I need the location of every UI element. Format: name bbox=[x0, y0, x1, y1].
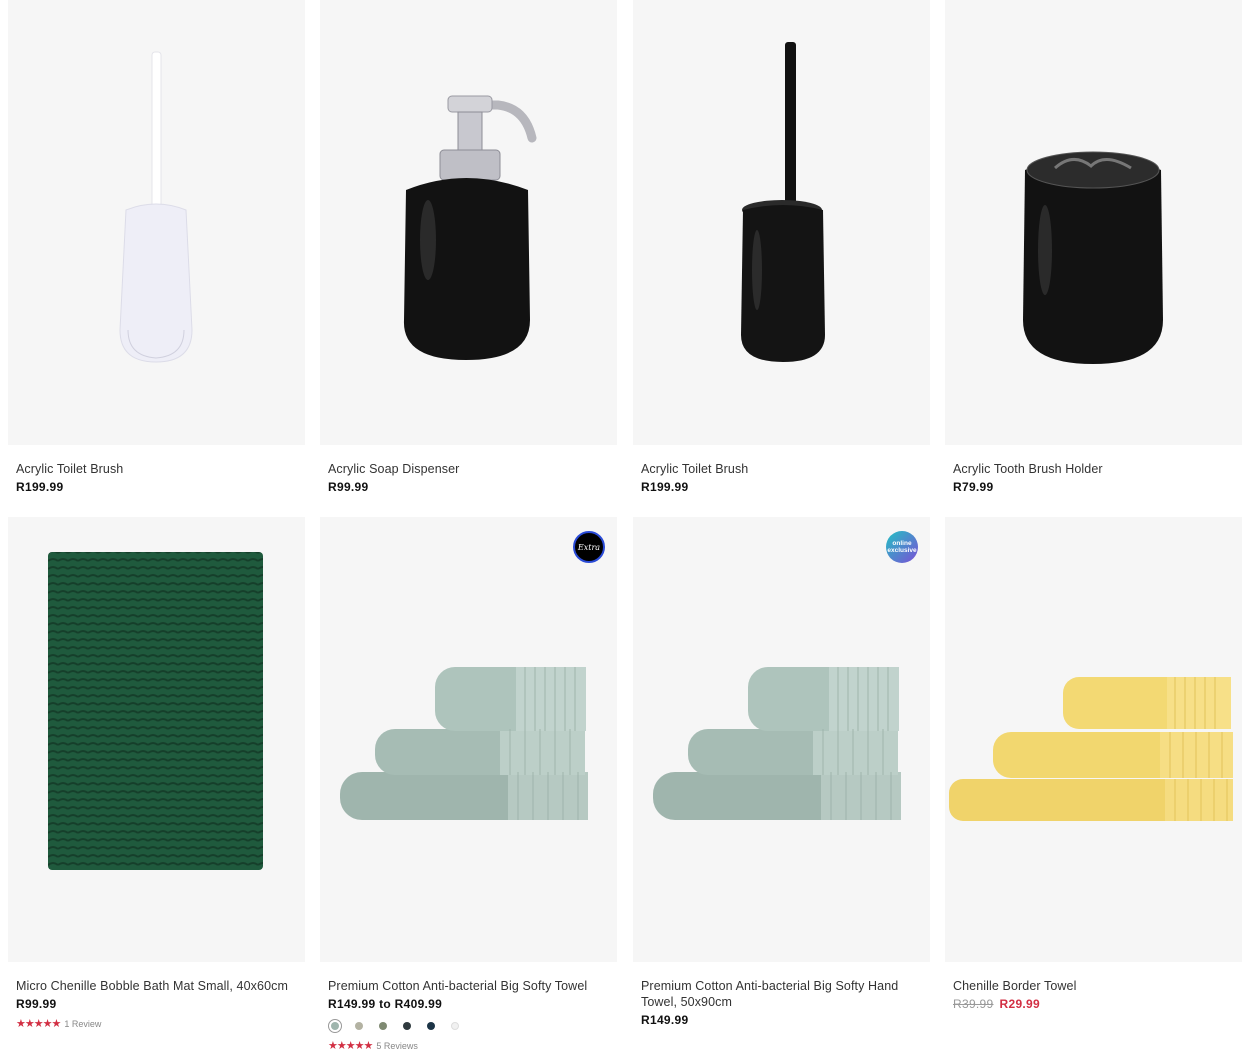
review-count[interactable]: 1 Review bbox=[64, 1019, 101, 1029]
product-rating: ★★★★★ 5 Reviews bbox=[320, 1039, 617, 1052]
sale-price: R29.99 bbox=[999, 997, 1040, 1011]
product-price: R39.99 R29.99 bbox=[945, 997, 1242, 1011]
product-card[interactable]: Extra Premium Cotton Anti-bacterial Big … bbox=[320, 517, 617, 1052]
product-image[interactable] bbox=[945, 517, 1242, 962]
product-card[interactable]: Acrylic Tooth Brush Holder R79.99 bbox=[945, 0, 1242, 494]
product-card[interactable]: Acrylic Toilet Brush R199.99 bbox=[633, 0, 930, 494]
product-card[interactable]: Acrylic Soap Dispenser R99.99 bbox=[320, 0, 617, 494]
badge-line-1: online bbox=[892, 540, 912, 547]
extra-badge-icon: Extra bbox=[573, 531, 605, 563]
product-price: R149.99 to R409.99 bbox=[328, 997, 443, 1011]
color-swatch[interactable] bbox=[400, 1019, 414, 1033]
product-price: R199.99 bbox=[641, 480, 689, 494]
product-name[interactable]: Micro Chenille Bobble Bath Mat Small, 40… bbox=[8, 978, 305, 994]
product-image[interactable] bbox=[633, 0, 930, 445]
product-name[interactable]: Acrylic Toilet Brush bbox=[8, 461, 305, 477]
color-swatch[interactable] bbox=[376, 1019, 390, 1033]
product-card[interactable]: Acrylic Toilet Brush R199.99 bbox=[8, 0, 305, 494]
color-swatches bbox=[320, 1019, 617, 1033]
product-grid: Acrylic Toilet Brush R199.99 Acrylic Soa… bbox=[0, 0, 1250, 1060]
product-name[interactable]: Chenille Border Towel bbox=[945, 978, 1242, 994]
review-count[interactable]: 5 Reviews bbox=[376, 1041, 418, 1051]
product-name[interactable]: Acrylic Soap Dispenser bbox=[320, 461, 617, 477]
product-image[interactable]: online exclusive bbox=[633, 517, 930, 962]
product-name[interactable]: Premium Cotton Anti-bacterial Big Softy … bbox=[320, 978, 617, 994]
color-swatch[interactable] bbox=[328, 1019, 342, 1033]
original-price: R39.99 bbox=[953, 997, 994, 1011]
product-image[interactable] bbox=[8, 517, 305, 962]
color-swatch[interactable] bbox=[424, 1019, 438, 1033]
product-image[interactable] bbox=[320, 0, 617, 445]
product-price: R199.99 bbox=[16, 480, 64, 494]
star-icon: ★★★★★ bbox=[16, 1018, 61, 1030]
product-price: R99.99 bbox=[16, 997, 57, 1011]
product-name[interactable]: Acrylic Tooth Brush Holder bbox=[945, 461, 1242, 477]
color-swatch[interactable] bbox=[352, 1019, 366, 1033]
product-image[interactable] bbox=[945, 0, 1242, 445]
product-price: R99.99 bbox=[328, 480, 369, 494]
color-swatch[interactable] bbox=[448, 1019, 462, 1033]
online-exclusive-badge-icon: online exclusive bbox=[886, 531, 918, 563]
product-image[interactable] bbox=[8, 0, 305, 445]
product-rating: ★★★★★ 1 Review bbox=[8, 1017, 305, 1030]
product-name[interactable]: Acrylic Toilet Brush bbox=[633, 461, 930, 477]
product-price: R149.99 bbox=[641, 1013, 689, 1027]
product-image[interactable]: Extra bbox=[320, 517, 617, 962]
star-icon: ★★★★★ bbox=[328, 1040, 373, 1052]
badge-line-2: exclusive bbox=[887, 547, 917, 554]
product-card[interactable]: Chenille Border Towel R39.99 R29.99 bbox=[945, 517, 1242, 1011]
product-card[interactable]: online exclusive Premium Cotton Anti-bact… bbox=[633, 517, 930, 1027]
product-name[interactable]: Premium Cotton Anti-bacterial Big Softy … bbox=[633, 978, 930, 1010]
product-price: R79.99 bbox=[953, 480, 994, 494]
product-card[interactable]: Micro Chenille Bobble Bath Mat Small, 40… bbox=[8, 517, 305, 1030]
